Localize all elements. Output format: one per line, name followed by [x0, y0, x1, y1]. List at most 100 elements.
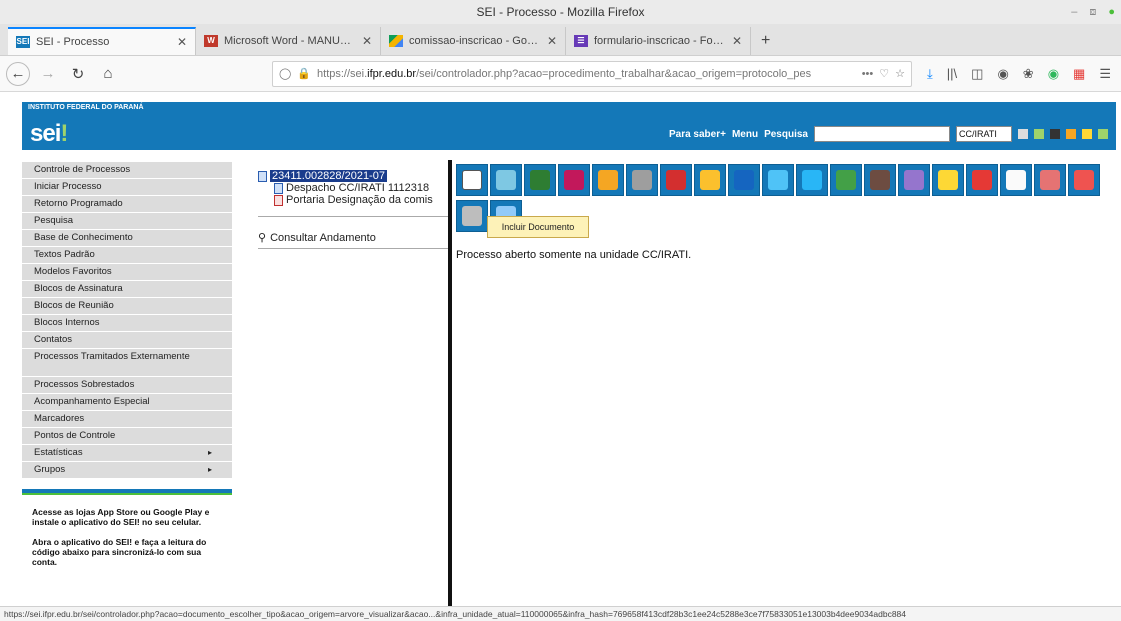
- main-menu: Controle de Processos Iniciar Processo R…: [22, 162, 232, 577]
- menu-item-processos-sobrestados[interactable]: Processos Sobrestados: [22, 377, 232, 394]
- gerar-pdf-button[interactable]: [864, 164, 896, 196]
- comunicado-button[interactable]: [796, 164, 828, 196]
- menu-item-grupos[interactable]: Grupos ▸: [22, 462, 232, 479]
- unit-select[interactable]: CC/IRATI: [956, 126, 1012, 142]
- menu-item-blocos-internos[interactable]: Blocos Internos: [22, 315, 232, 332]
- reload-icon[interactable]: ↻: [66, 62, 90, 86]
- grid-icon[interactable]: [1034, 129, 1044, 139]
- menu-item-estatisticas[interactable]: Estatísticas ▸: [22, 445, 232, 462]
- arquivar-button[interactable]: [898, 164, 930, 196]
- menu-item-pesquisa[interactable]: Pesquisa: [22, 213, 232, 230]
- shield-icon[interactable]: ◯: [279, 67, 291, 80]
- menu-item-label: Estatísticas: [34, 447, 83, 458]
- document-label[interactable]: Portaria Designação da comis: [286, 194, 433, 206]
- sobrestar-button[interactable]: [966, 164, 998, 196]
- extension-icon[interactable]: ◉: [1048, 66, 1059, 82]
- tools-icon[interactable]: [1082, 129, 1092, 139]
- exit-icon[interactable]: [1098, 129, 1108, 139]
- pocket-icon[interactable]: ♡: [879, 67, 889, 80]
- forward-arrow-icon[interactable]: →: [36, 62, 60, 86]
- ciencia-button[interactable]: [524, 164, 556, 196]
- document-label[interactable]: Despacho CC/IRATI 1112318: [286, 182, 429, 194]
- home-icon[interactable]: ⌂: [96, 62, 120, 86]
- reabrir-button[interactable]: [830, 164, 862, 196]
- menu-item-contatos[interactable]: Contatos: [22, 332, 232, 349]
- menu-item-blocos-assinatura[interactable]: Blocos de Assinatura: [22, 281, 232, 298]
- user-icon[interactable]: [1066, 129, 1076, 139]
- close-tab-icon[interactable]: ✕: [547, 34, 557, 48]
- menu-item-marcadores[interactable]: Marcadores: [22, 411, 232, 428]
- excluir-button[interactable]: [1034, 164, 1066, 196]
- hamburger-menu-icon[interactable]: ☰: [1099, 66, 1111, 82]
- menu-item-acompanhamento-especial[interactable]: Acompanhamento Especial: [22, 394, 232, 411]
- relacionar-button[interactable]: [728, 164, 760, 196]
- tree-process-node[interactable]: 23411.002828/2021-07: [258, 170, 448, 182]
- bookmark-star-icon[interactable]: ☆: [895, 67, 905, 80]
- menu-item-blocos-reuniao[interactable]: Blocos de Reunião: [22, 298, 232, 315]
- tab-label: comissao-inscricao - Google: [409, 35, 541, 47]
- news-icon[interactable]: [1050, 129, 1060, 139]
- process-number[interactable]: 23411.002828/2021-07: [270, 170, 387, 182]
- browser-status-bar: https://sei.ifpr.edu.br/sei/controlador.…: [0, 606, 1121, 621]
- lock-icon[interactable]: 🔒: [297, 67, 311, 80]
- duplicar-button[interactable]: [762, 164, 794, 196]
- quick-search-input[interactable]: [814, 126, 950, 142]
- back-arrow-icon[interactable]: ←: [6, 61, 30, 86]
- menu-item-textos-padrao[interactable]: Textos Padrão: [22, 247, 232, 264]
- close-tab-icon[interactable]: ✕: [732, 34, 742, 48]
- menu-item-retorno-programado[interactable]: Retorno Programado: [22, 196, 232, 213]
- sei-logo[interactable]: sei!: [30, 120, 68, 148]
- menu-item-controle-processos[interactable]: Controle de Processos: [22, 162, 232, 179]
- download-icon[interactable]: ⤓: [927, 66, 933, 82]
- tab-google-drive[interactable]: comissao-inscricao - Google ✕: [381, 27, 566, 55]
- maximize-icon[interactable]: ⧈: [1089, 0, 1096, 24]
- anotacoes-button[interactable]: [932, 164, 964, 196]
- iniciar-relacionado-button[interactable]: [490, 164, 522, 196]
- window-controls: – ⧈ ●: [1071, 0, 1115, 24]
- page-actions-icon[interactable]: •••: [862, 68, 874, 80]
- sidebar-icon[interactable]: ◫: [971, 66, 983, 82]
- extension-icon[interactable]: ◉: [997, 66, 1008, 82]
- atualizar-andamento-button[interactable]: [694, 164, 726, 196]
- extension-icon[interactable]: ❀: [1023, 66, 1034, 82]
- anotacoes-icon: [938, 170, 958, 190]
- para-saber-link[interactable]: Para saber+: [669, 129, 726, 140]
- process-tree: 23411.002828/2021-07 Despacho CC/IRATI 1…: [258, 170, 448, 249]
- editar-button[interactable]: [1000, 164, 1032, 196]
- atribuir-button[interactable]: [592, 164, 624, 196]
- library-icon[interactable]: ||\: [947, 66, 957, 81]
- tab-strip: SEI SEI - Processo ✕ W Microsoft Word - …: [0, 24, 1121, 56]
- extension-icon[interactable]: ▦: [1073, 66, 1085, 82]
- close-window-icon[interactable]: ●: [1108, 0, 1115, 24]
- andamento-label[interactable]: Consultar Andamento: [270, 232, 376, 244]
- new-tab-button[interactable]: +: [751, 27, 780, 55]
- minimize-icon[interactable]: –: [1071, 0, 1077, 24]
- tree-document-portaria[interactable]: Portaria Designação da comis: [258, 194, 448, 206]
- enviar-email-button[interactable]: [626, 164, 658, 196]
- drive-favicon-icon: [389, 35, 403, 47]
- incluir-documento-button[interactable]: [456, 164, 488, 196]
- dropdown-arrow-icon[interactable]: [1018, 129, 1028, 139]
- acompanhamento-button[interactable]: [558, 164, 590, 196]
- panel-splitter[interactable]: [448, 160, 452, 606]
- enviar-processo-button[interactable]: [660, 164, 692, 196]
- consultar-andamento-link[interactable]: ⚲ Consultar Andamento: [258, 231, 448, 249]
- menu-item-pontos-controle[interactable]: Pontos de Controle: [22, 428, 232, 445]
- menu-item-base-conhecimento[interactable]: Base de Conhecimento: [22, 230, 232, 247]
- ordenar-button[interactable]: [456, 200, 488, 232]
- url-bar[interactable]: ◯ 🔒 https://sei.ifpr.edu.br/sei/controla…: [272, 60, 912, 87]
- tree-document-despacho[interactable]: Despacho CC/IRATI 1112318: [258, 182, 448, 194]
- gerar-pdf-2-button[interactable]: [1068, 164, 1100, 196]
- menu-link[interactable]: Menu: [732, 129, 758, 140]
- window-title: SEI - Processo - Mozilla Firefox: [476, 5, 645, 19]
- close-tab-icon[interactable]: ✕: [177, 35, 187, 49]
- tab-google-forms[interactable]: ☰ formulario-inscricao - Formu ✕: [566, 27, 751, 55]
- close-tab-icon[interactable]: ✕: [362, 34, 372, 48]
- tab-word-manual[interactable]: W Microsoft Word - MANUAL - C ✕: [196, 27, 381, 55]
- pesquisa-link[interactable]: Pesquisa: [764, 129, 808, 140]
- tab-sei-processo[interactable]: SEI SEI - Processo ✕: [8, 27, 196, 55]
- arquivar-icon: [904, 170, 924, 190]
- menu-item-modelos-favoritos[interactable]: Modelos Favoritos: [22, 264, 232, 281]
- menu-item-processos-tramitados[interactable]: Processos Tramitados Externamente: [22, 349, 232, 377]
- menu-item-iniciar-processo[interactable]: Iniciar Processo: [22, 179, 232, 196]
